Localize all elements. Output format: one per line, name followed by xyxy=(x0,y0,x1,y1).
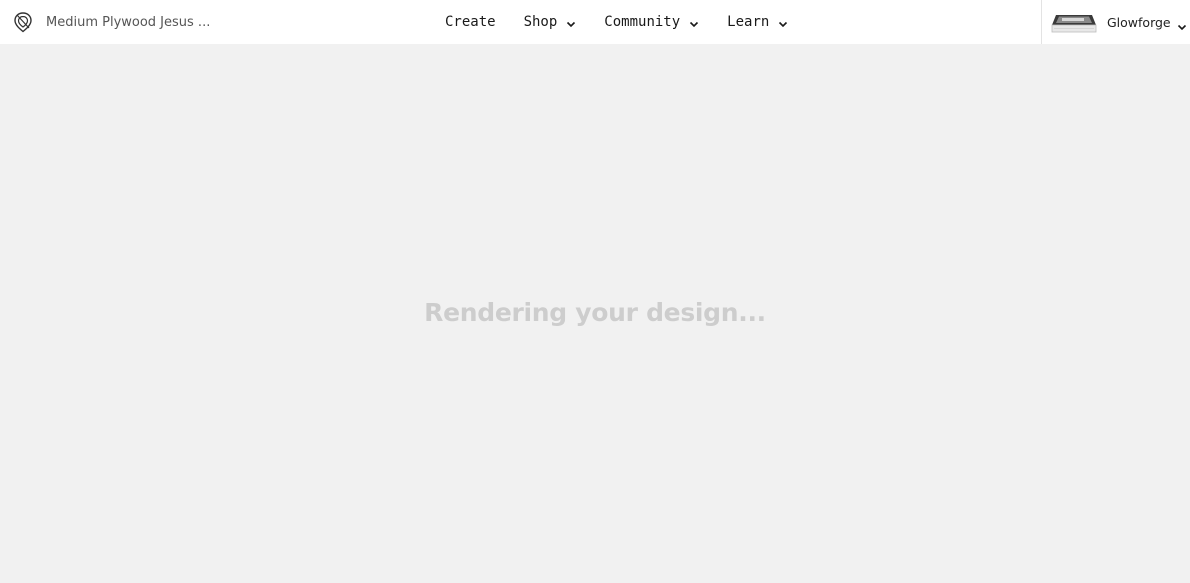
nav-shop[interactable]: Shop xyxy=(524,14,577,30)
chevron-down-icon xyxy=(566,17,576,28)
machine-name: Glowforge xyxy=(1107,14,1171,30)
top-bar: Medium Plywood Jesus ... Create Shop Com… xyxy=(0,0,1190,44)
rendering-status: Rendering your design... xyxy=(424,298,766,327)
nav-community-label: Community xyxy=(604,14,681,30)
nav-create[interactable]: Create xyxy=(445,14,496,30)
nav-learn[interactable]: Learn xyxy=(727,14,788,30)
machine-selector[interactable]: Glowforge xyxy=(1041,0,1190,44)
glowforge-logo-icon[interactable] xyxy=(12,11,34,33)
chevron-down-icon xyxy=(1177,17,1187,31)
nav-create-label: Create xyxy=(445,14,496,30)
nav-learn-label: Learn xyxy=(727,14,770,30)
document-title[interactable]: Medium Plywood Jesus ... xyxy=(46,15,210,30)
nav-shop-label: Shop xyxy=(523,14,558,30)
main-nav: Create Shop Community Learn xyxy=(445,0,788,44)
chevron-down-icon xyxy=(778,17,788,28)
chevron-down-icon xyxy=(689,17,699,28)
brand: Medium Plywood Jesus ... xyxy=(12,9,210,35)
nav-community[interactable]: Community xyxy=(604,14,699,30)
laser-printer-thumbnail-icon xyxy=(1050,9,1098,35)
